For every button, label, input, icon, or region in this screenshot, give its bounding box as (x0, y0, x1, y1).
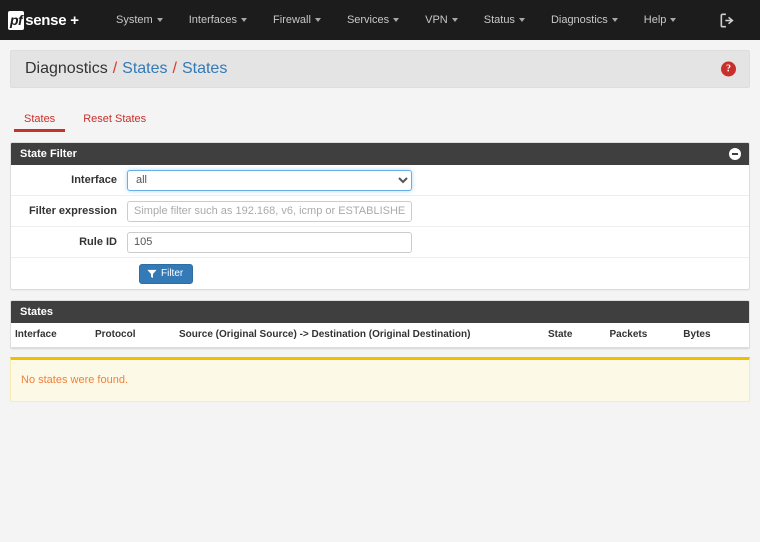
column-header-protocol[interactable]: Protocol (90, 323, 175, 348)
state-filter-panel-header[interactable]: State Filter (11, 143, 749, 165)
nav-item-firewall[interactable]: Firewall (260, 3, 334, 38)
pfsense-logo[interactable]: pf sense + (0, 0, 89, 40)
sign-out-icon[interactable] (719, 12, 736, 29)
form-row-interface: Interface all (11, 165, 749, 196)
nav-menu: System Interfaces Firewall Services VPN … (103, 3, 689, 38)
states-table-header-row: Interface Protocol Source (Original Sour… (11, 323, 749, 348)
states-table: Interface Protocol Source (Original Sour… (11, 323, 749, 348)
nav-item-label: Interfaces (188, 13, 238, 26)
rule-id-input[interactable] (127, 231, 412, 253)
chevron-down-icon (451, 17, 458, 22)
funnel-icon (147, 269, 157, 278)
interface-label: Interface (71, 174, 117, 186)
column-header-packets[interactable]: Packets (605, 323, 680, 348)
nav-item-label: Diagnostics (550, 13, 608, 26)
filter-button[interactable]: Filter (139, 263, 194, 284)
navbar-right-actions (719, 0, 736, 40)
filter-expression-control-wrap (127, 200, 749, 222)
top-navbar: pf sense + System Interfaces Firewall Serv… (0, 0, 760, 40)
help-icon[interactable]: ? (721, 61, 736, 77)
nav-item-label: System (116, 13, 153, 26)
filter-expression-label: Filter expression (28, 205, 117, 217)
nav-item-status[interactable]: Status (471, 3, 538, 38)
nav-item-services[interactable]: Services (334, 3, 412, 38)
nav-item-label: Help (643, 13, 667, 26)
no-states-alert-message: No states were found. (21, 374, 129, 386)
chevron-down-icon (393, 17, 400, 22)
column-header-state[interactable]: State (543, 323, 606, 348)
rule-id-label: Rule ID (79, 236, 117, 248)
brand-plus-text: + (70, 11, 80, 29)
brand-sense-text: sense (25, 11, 67, 29)
states-panel: States Interface Protocol Source (Origin… (10, 300, 750, 349)
chevron-down-icon (156, 17, 163, 22)
brand-pf-mark: pf (8, 10, 25, 30)
column-header-bytes[interactable]: Bytes (679, 323, 749, 348)
breadcrumb-item-states-parent[interactable]: States (122, 60, 167, 78)
breadcrumb-separator: / (172, 60, 177, 77)
nav-item-label: Firewall (273, 13, 311, 26)
states-table-head: Interface Protocol Source (Original Sour… (11, 323, 749, 348)
states-panel-header: States (11, 301, 749, 323)
chevron-down-icon (241, 17, 248, 22)
rule-id-control-wrap (127, 231, 749, 253)
state-filter-panel-title: State Filter (20, 148, 77, 160)
nav-item-help[interactable]: Help (631, 3, 690, 38)
state-filter-panel-body: Interface all Filter expression Rule ID (11, 165, 749, 289)
minus-circle-icon[interactable] (729, 148, 741, 160)
chevron-down-icon (314, 17, 321, 22)
nav-item-label: Status (483, 13, 515, 26)
nav-item-diagnostics[interactable]: Diagnostics (538, 3, 631, 38)
breadcrumb: Diagnostics / States / States ? (10, 50, 750, 88)
breadcrumb-item-diagnostics: Diagnostics (25, 60, 108, 77)
nav-item-system[interactable]: System (103, 3, 176, 38)
form-row-rule-id: Rule ID (11, 227, 749, 258)
interface-control-wrap: all (127, 169, 749, 191)
tab-reset-states[interactable]: Reset States (69, 109, 160, 132)
tab-bar: States Reset States (10, 102, 750, 132)
tab-states[interactable]: States (10, 109, 69, 132)
state-filter-panel: State Filter Interface all Filter expres… (10, 142, 750, 290)
filter-expression-input[interactable] (127, 200, 412, 222)
chevron-down-icon (611, 17, 618, 22)
chevron-down-icon (518, 17, 525, 22)
chevron-down-icon (670, 17, 677, 22)
column-header-source-destination[interactable]: Source (Original Source) -> Destination … (174, 323, 544, 348)
breadcrumb-item-states-current[interactable]: States (182, 60, 227, 78)
states-panel-title: States (20, 306, 54, 318)
form-row-filter-expression: Filter expression (11, 196, 749, 227)
no-states-alert: No states were found. (10, 357, 750, 402)
form-row-actions: Filter (11, 258, 749, 289)
nav-item-interfaces[interactable]: Interfaces (176, 3, 260, 38)
breadcrumb-separator: / (112, 60, 118, 77)
nav-item-label: VPN (425, 13, 448, 26)
filter-button-label: Filter (161, 267, 184, 279)
nav-item-label: Services (346, 13, 390, 26)
interface-select[interactable]: all (127, 169, 412, 191)
nav-item-vpn[interactable]: VPN (412, 3, 471, 38)
column-header-interface[interactable]: Interface (11, 323, 91, 348)
